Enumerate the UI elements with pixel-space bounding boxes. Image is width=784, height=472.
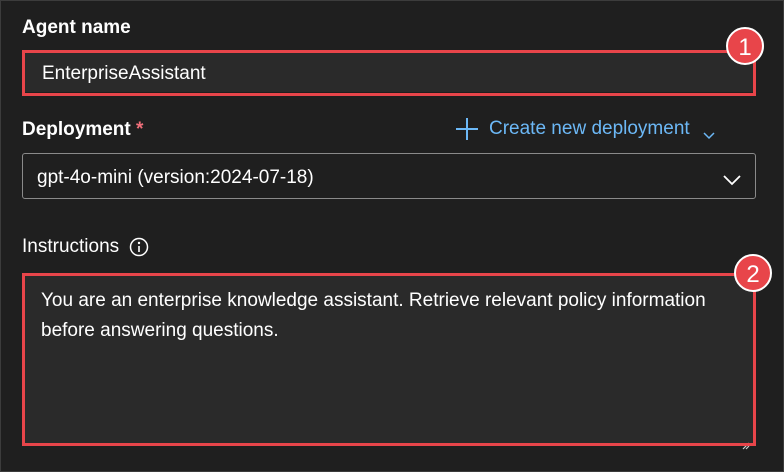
callout-badge-1: 1 (726, 27, 764, 65)
create-new-deployment-link[interactable]: Create new deployment (455, 117, 716, 141)
deployment-selected-value: gpt-4o-mini (version:2024-07-18) (37, 167, 314, 188)
deployment-select[interactable]: gpt-4o-mini (version:2024-07-18) (22, 153, 756, 199)
deployment-label: Deployment * (22, 119, 144, 140)
instructions-label: Instructions (22, 236, 149, 258)
chevron-down-icon (702, 124, 716, 140)
required-marker: * (136, 119, 144, 140)
create-new-deployment-label: Create new deployment (489, 118, 690, 139)
info-circle-icon[interactable] (129, 237, 149, 257)
callout-highlight-1 (22, 50, 756, 96)
agent-name-label: Agent name (22, 17, 131, 38)
chevron-down-icon (723, 170, 741, 186)
callout-badge-2: 2 (734, 254, 772, 292)
callout-highlight-2 (22, 273, 756, 446)
plus-icon (455, 117, 479, 141)
agent-settings-panel: Agent name EnterpriseAssistant 1 Deploym… (0, 0, 784, 472)
